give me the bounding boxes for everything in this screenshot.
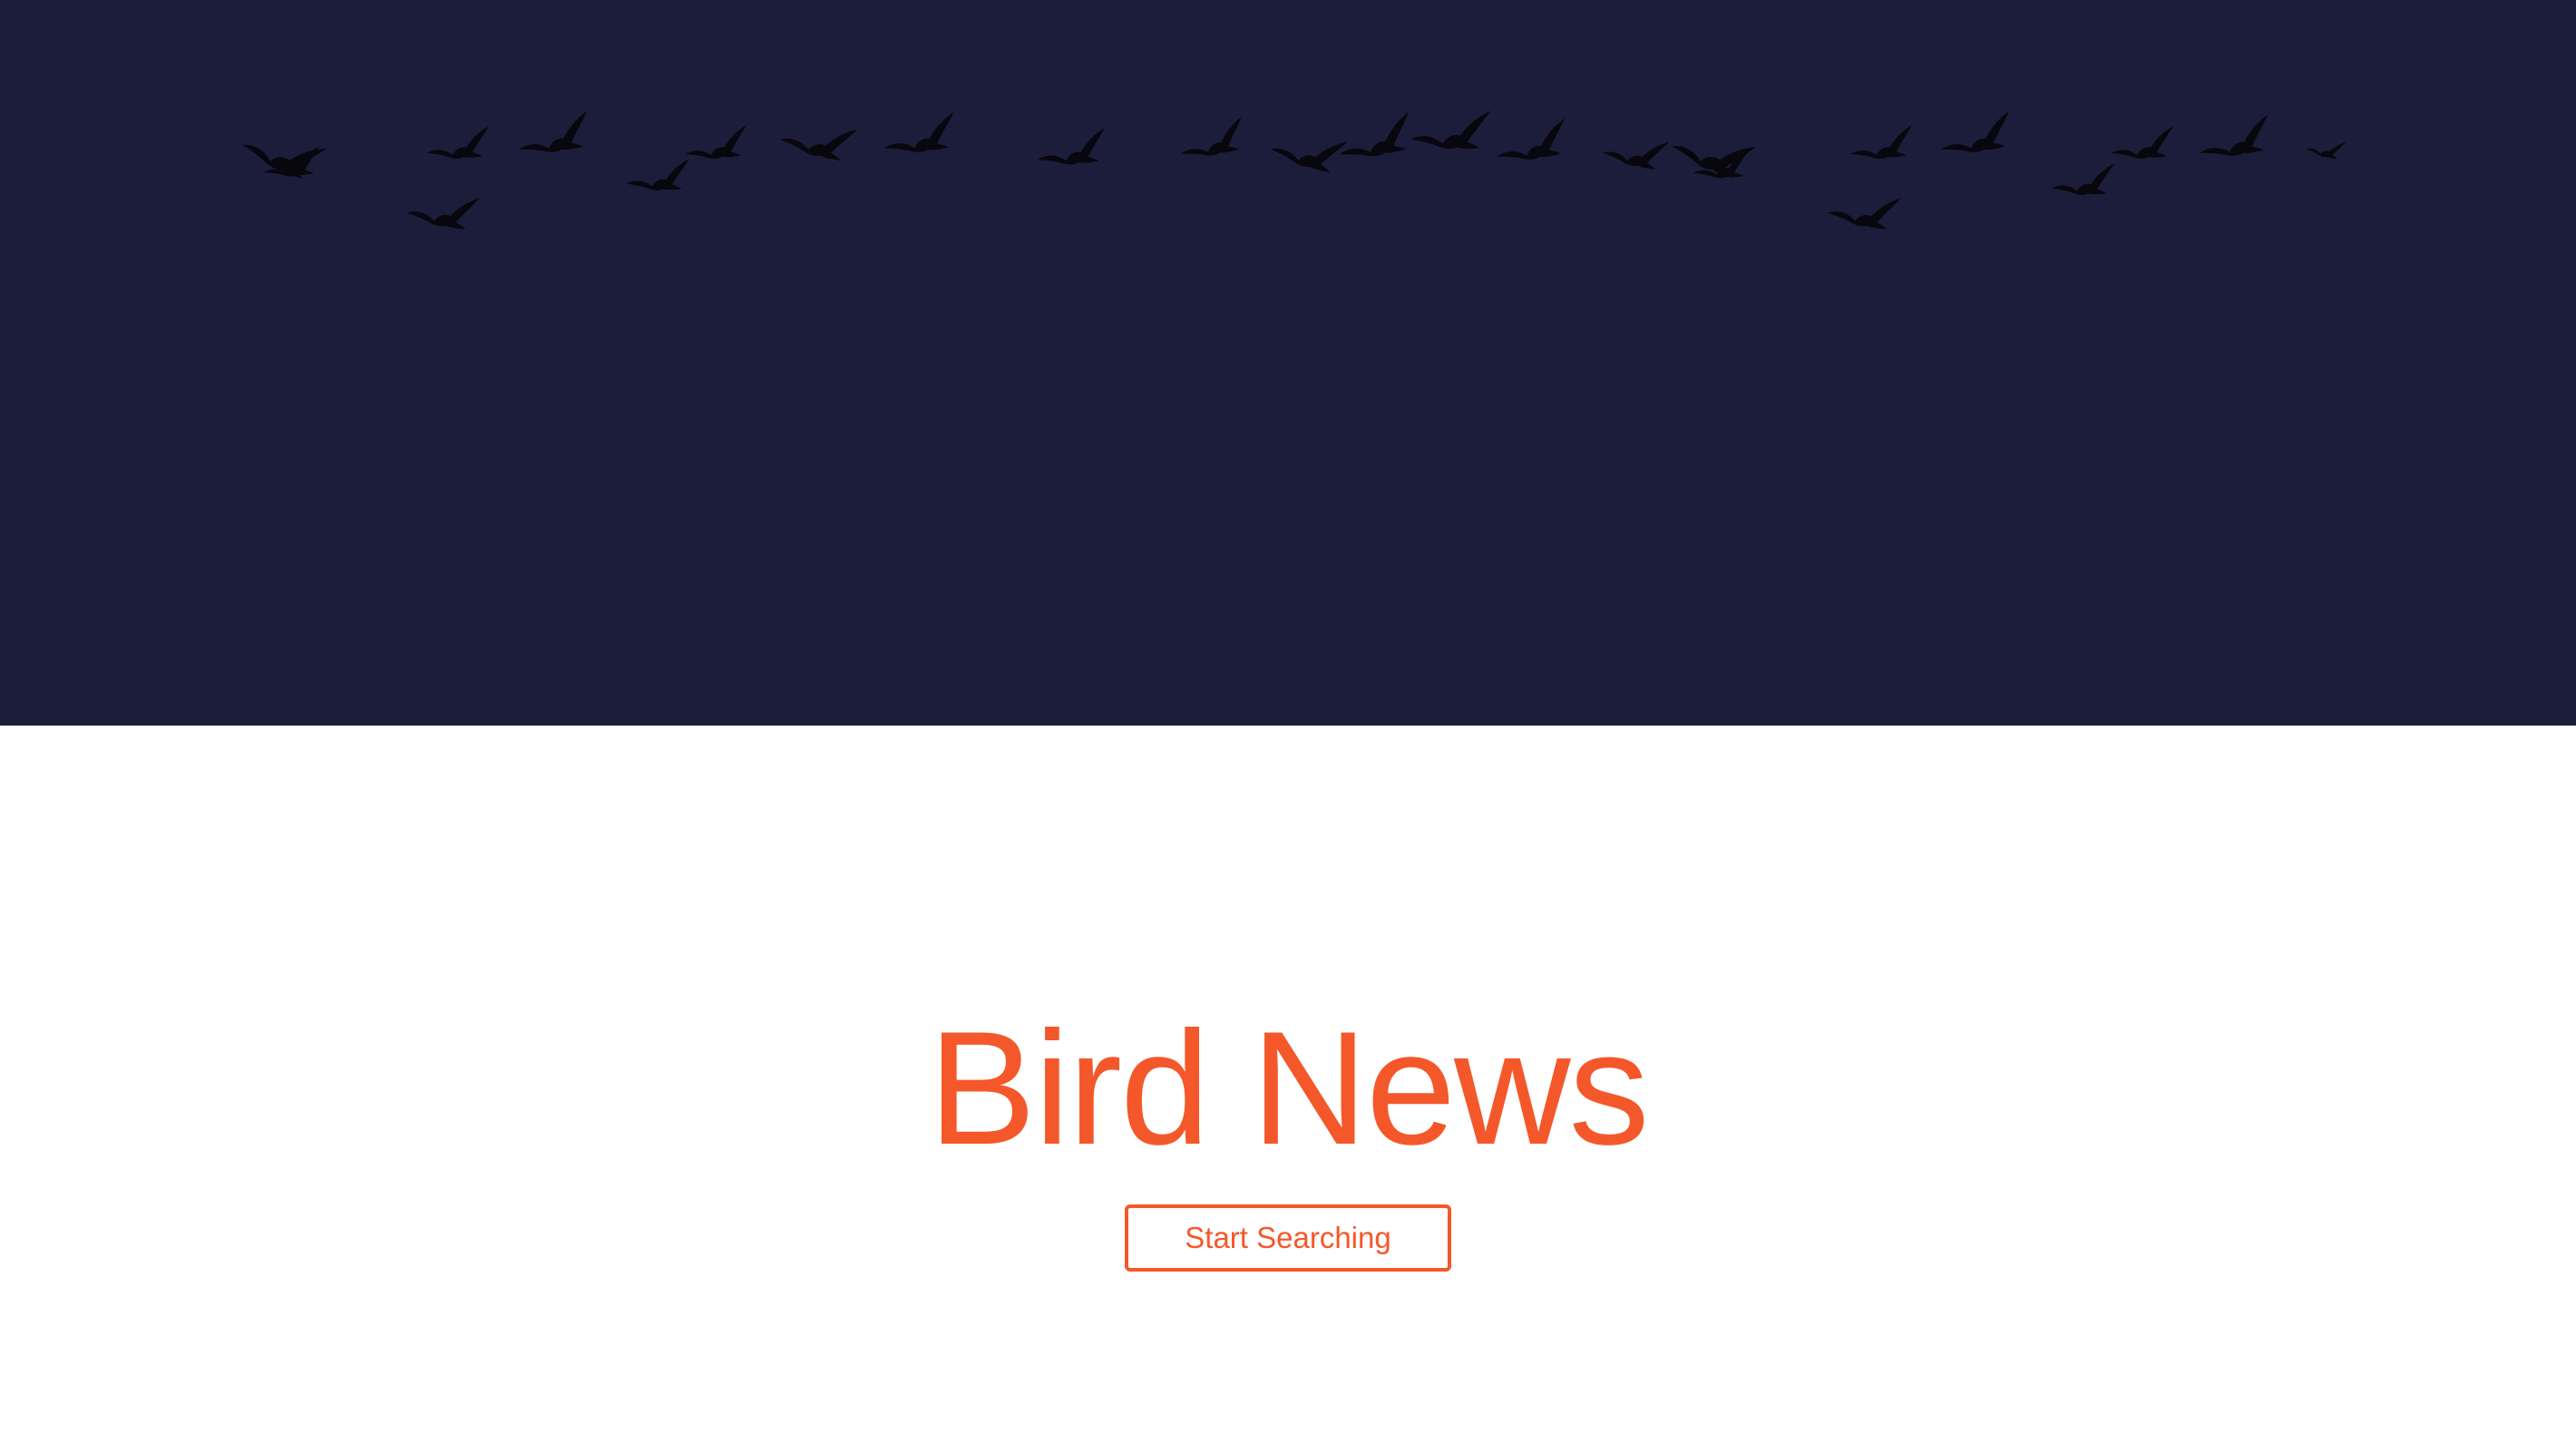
bird-silhouette [1850, 124, 1912, 159]
flock-of-birds-graphic [241, 111, 2347, 229]
page-title: Bird News [928, 998, 1649, 1178]
bird-silhouette [1180, 116, 1242, 156]
bird-silhouette [1038, 127, 1106, 165]
bird-silhouette [1941, 111, 2010, 152]
hero-banner [0, 0, 2576, 726]
bird-silhouette [2051, 163, 2115, 195]
bird-silhouette [1339, 112, 1410, 157]
bird-silhouette [406, 198, 480, 229]
bird-silhouette [1270, 141, 1349, 172]
bird-silhouette [2306, 141, 2347, 160]
bird-silhouette [2200, 114, 2269, 156]
landing-page: Bird News Start Searching [0, 0, 2576, 1433]
bird-silhouette [1410, 111, 1491, 150]
bird-silhouette [1602, 141, 1670, 170]
bird-silhouette [780, 129, 858, 161]
bird-silhouette [626, 159, 690, 190]
bird-silhouette [884, 112, 954, 152]
bird-silhouette [2111, 125, 2174, 159]
start-searching-button[interactable]: Start Searching [1125, 1204, 1451, 1272]
bird-silhouette [426, 125, 490, 159]
bird-silhouette [1497, 118, 1566, 160]
bird-silhouette [1828, 198, 1901, 229]
bird-silhouette [685, 124, 746, 159]
bird-silhouette [519, 111, 588, 152]
